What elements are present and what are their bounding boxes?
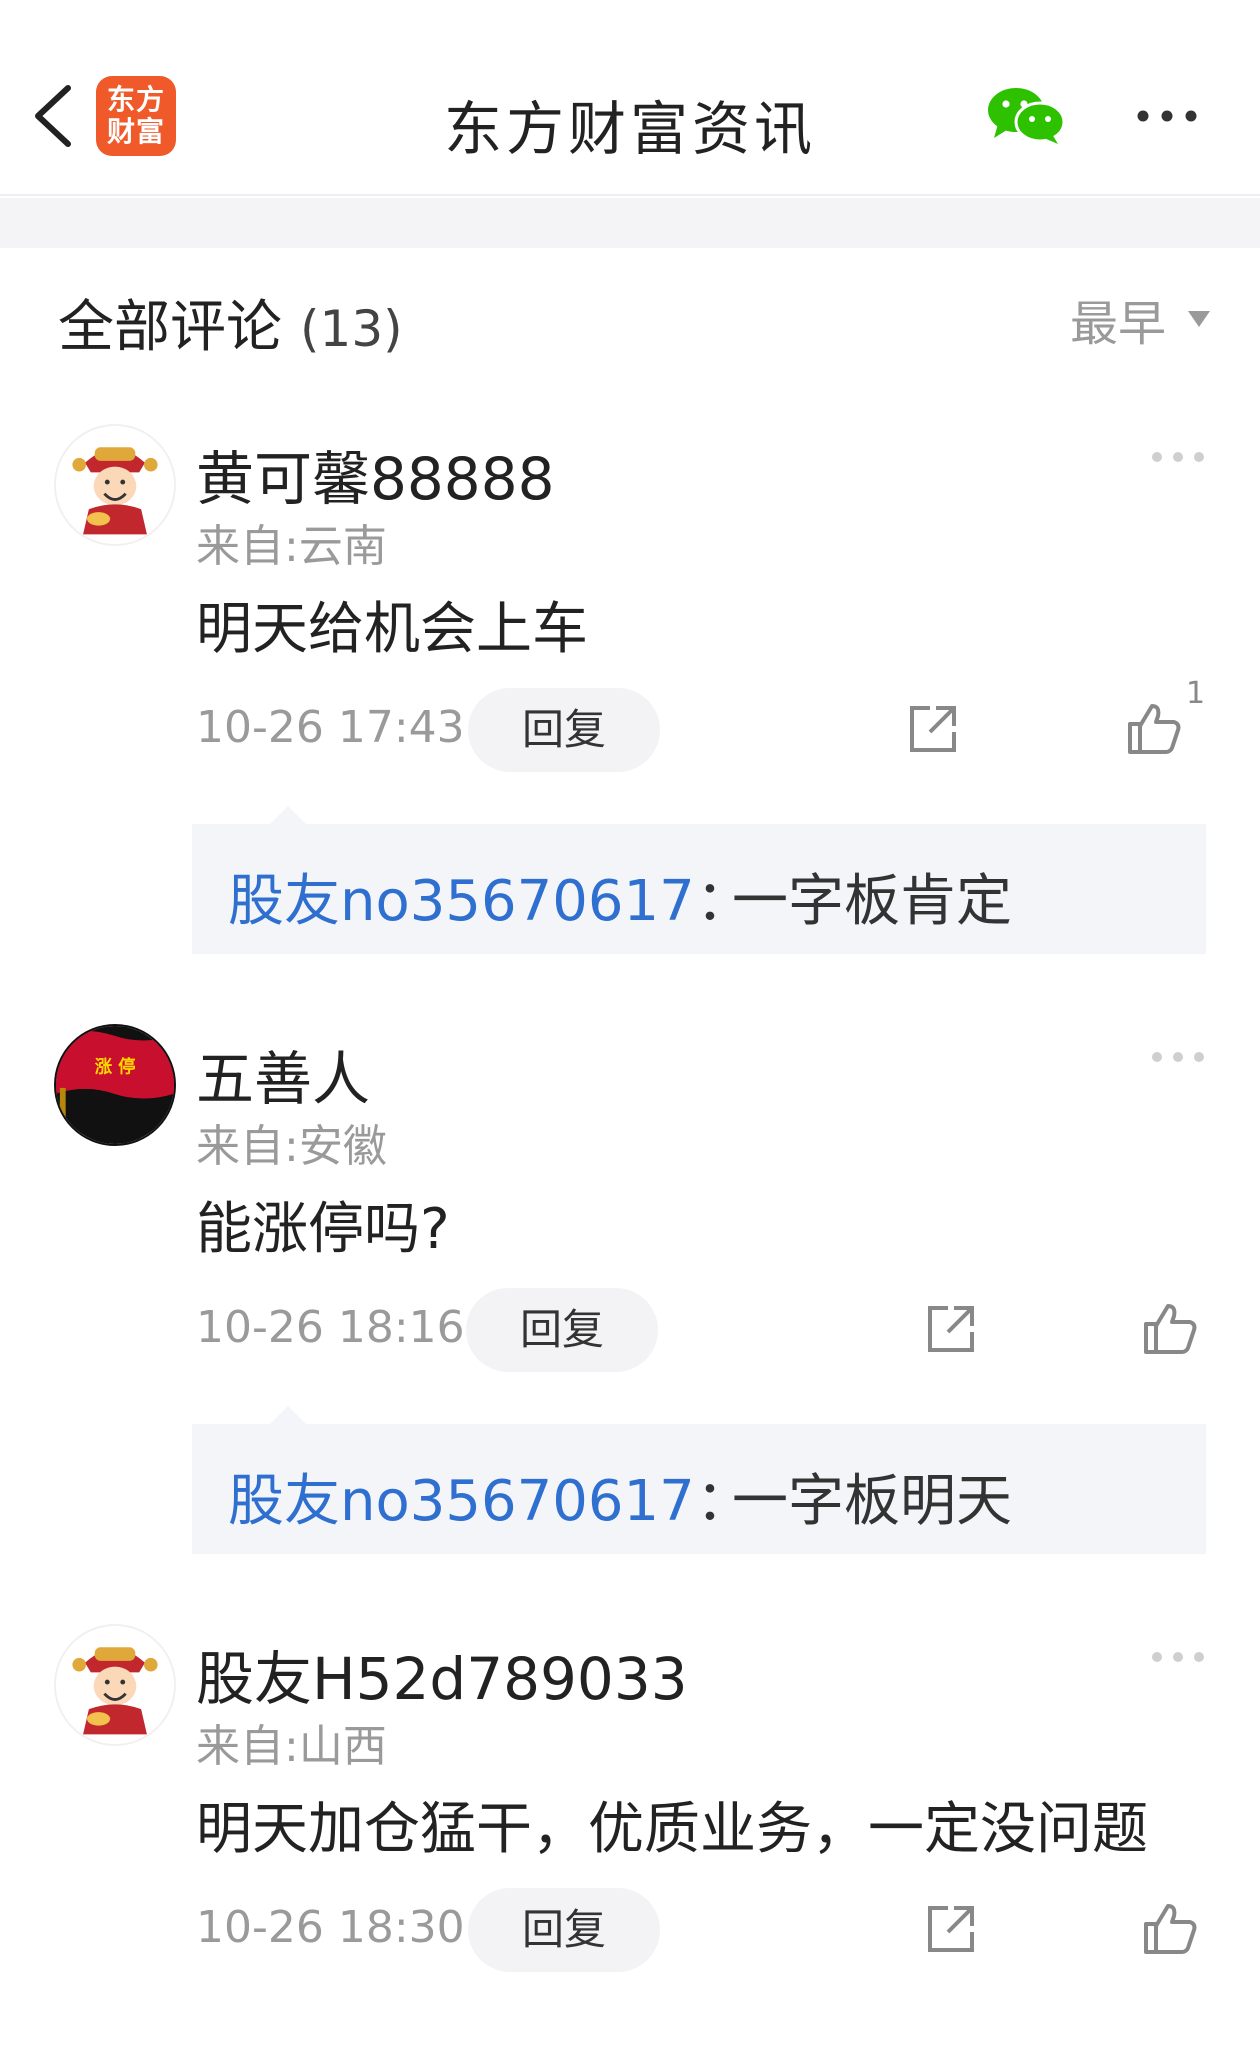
comment-item: 涨 停 五善人 来自:安徽 能涨停吗? 10-26 18:16 回复 股友no3… [0,1024,1260,1564]
avatar[interactable] [54,1624,176,1746]
share-external-icon[interactable] [924,1302,978,1356]
comment-time: 10-26 18:16 [196,1302,465,1353]
comment-actions: 10-26 18:16 回复 [196,1288,1206,1372]
comment-item: 黄可馨88888 来自:云南 明天给机会上车 10-26 17:43 回复 1 … [0,424,1260,964]
reply-button[interactable]: 回复 [468,1888,660,1972]
sub-reply[interactable]: 股友no35670617 ： 一字板明天 [192,1406,1206,1554]
sub-reply[interactable]: 股友no35670617 ： 一字板肯定 [192,806,1206,954]
top-bar: 东方 财富 东方财富资讯 [0,0,1260,196]
avatar[interactable]: 涨 停 [54,1024,176,1146]
share-external-icon[interactable] [924,1902,978,1956]
section-divider [0,198,1260,248]
comment-location: 来自:山西 [196,1721,387,1772]
god-of-wealth-avatar-icon [56,1626,174,1744]
comment-content: 明天给机会上车 [196,597,588,662]
caret-down-icon [1188,311,1210,327]
wechat-icon[interactable] [986,86,1066,146]
sub-reply-text: 一字板明天 [732,1469,1012,1534]
reply-button[interactable]: 回复 [466,1288,658,1372]
comment-item: 股友H52d789033 来自:山西 明天加仓猛干，优质业务，一定没问题 10-… [0,1624,1260,2044]
more-horizontal-icon[interactable] [1150,1648,1206,1666]
page-title: 东方财富资讯 [443,95,816,163]
more-horizontal-icon[interactable] [1150,448,1206,466]
thumbs-up-icon[interactable] [1142,1900,1198,1956]
sub-reply-user[interactable]: 股友no35670617 [228,1456,695,1537]
like-count: 1 [1186,676,1206,711]
red-flag-avatar-icon: 涨 停 [56,1026,174,1144]
comment-time: 10-26 17:43 [196,702,465,753]
avatar[interactable] [54,424,176,546]
god-of-wealth-avatar-icon [56,426,174,544]
comments-header: 全部评论 (13) [58,282,403,363]
sub-reply-text: 一字板肯定 [732,869,1012,934]
comment-username[interactable]: 股友H52d789033 [196,1632,688,1716]
thumbs-up-icon[interactable] [1126,700,1182,756]
more-horizontal-icon[interactable] [1150,1048,1206,1066]
comment-content: 明天加仓猛干，优质业务，一定没问题 [196,1797,1148,1862]
svg-text:涨 停: 涨 停 [95,1056,136,1077]
thumbs-up-icon[interactable] [1142,1300,1198,1356]
sort-label: 最早 [1069,296,1166,352]
comments-count: (13) [300,300,403,358]
comment-location: 来自:安徽 [196,1121,387,1172]
comment-actions: 10-26 17:43 回复 1 [196,676,1206,772]
comments-title: 全部评论 [58,295,282,360]
comment-time: 10-26 18:30 [196,1902,465,1953]
comment-username[interactable]: 黄可馨88888 [196,432,555,516]
more-horizontal-icon[interactable] [1136,100,1198,132]
reply-button[interactable]: 回复 [468,688,660,772]
sub-reply-user[interactable]: 股友no35670617 [228,856,695,937]
comment-content: 能涨停吗? [196,1197,450,1262]
comment-actions: 10-26 18:30 回复 [196,1888,1206,1972]
comment-location: 来自:云南 [196,521,387,572]
share-external-icon[interactable] [906,702,960,756]
comment-username[interactable]: 五善人 [196,1032,370,1116]
sort-dropdown[interactable]: 最早 [1070,284,1210,354]
